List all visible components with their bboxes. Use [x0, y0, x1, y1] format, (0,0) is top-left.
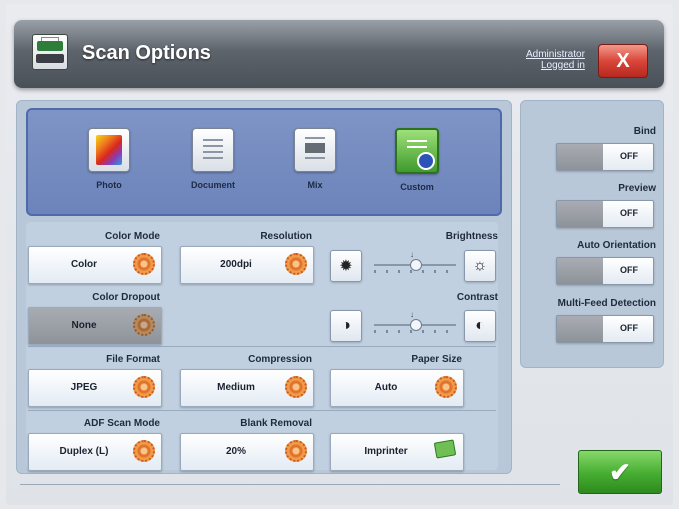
bind-label: Bind: [633, 126, 656, 137]
file-format-label: File Format: [106, 354, 160, 365]
mode-mix[interactable]: Mix: [280, 128, 350, 190]
gear-icon: [417, 152, 435, 170]
mode-photo[interactable]: Photo: [74, 128, 144, 190]
document-icon: [192, 128, 234, 172]
adf-scan-mode-value: Duplex (L): [59, 446, 109, 457]
brightness-slider[interactable]: ↓: [374, 250, 456, 273]
blank-removal-field[interactable]: 20%: [180, 433, 314, 471]
mode-document[interactable]: Document: [178, 128, 248, 190]
file-format-field[interactable]: JPEG: [28, 369, 162, 407]
blank-removal-value: 20%: [225, 446, 246, 457]
gear-icon: [435, 376, 457, 398]
paper-size-label: Paper Size: [411, 354, 462, 365]
page-title: Scan Options: [82, 42, 211, 64]
sun-light-icon: ☼: [472, 257, 488, 274]
adf-scan-mode-label: ADF Scan Mode: [83, 418, 160, 429]
sun-dark-icon: ✹: [339, 258, 353, 275]
multi-feed-label: Multi-Feed Detection: [557, 298, 656, 309]
resolution-label: Resolution: [260, 231, 312, 242]
mode-label: Document: [190, 180, 235, 190]
footer-divider: [20, 484, 560, 485]
resolution-value: 200dpi: [220, 259, 252, 270]
color-dropout-value: None: [71, 320, 97, 331]
contrast-decrease-button[interactable]: ◑: [330, 310, 362, 342]
mode-label: Mix: [307, 180, 323, 190]
toggle-knob: [557, 258, 603, 284]
toggle-knob: [557, 201, 603, 227]
compression-value: Medium: [217, 382, 255, 393]
imprinter-tag-icon: [433, 439, 457, 459]
mode-label: Photo: [96, 180, 122, 190]
preview-label: Preview: [618, 183, 656, 194]
compression-label: Compression: [248, 354, 312, 365]
close-button[interactable]: X: [598, 44, 648, 78]
preview-toggle[interactable]: OFF: [556, 200, 654, 228]
multi-feed-toggle[interactable]: OFF: [556, 315, 654, 343]
toggle-knob: [557, 144, 603, 170]
mix-icon: [294, 128, 336, 172]
divider: [28, 346, 496, 347]
auto-orientation-toggle[interactable]: OFF: [556, 257, 654, 285]
mode-label: Custom: [400, 182, 434, 192]
imprinter-value: Imprinter: [364, 446, 408, 457]
scanner-icon: [32, 34, 68, 70]
checkmark-icon: ✔: [609, 456, 631, 487]
contrast-slider[interactable]: ↓: [374, 310, 456, 333]
paper-size-value: Auto: [374, 382, 398, 393]
preview-state: OFF: [620, 208, 638, 218]
contrast-increase-button[interactable]: ◐: [464, 310, 496, 342]
file-format-value: JPEG: [70, 382, 98, 393]
brightness-label: Brightness: [445, 231, 498, 242]
brightness-decrease-button[interactable]: ✹: [330, 250, 362, 282]
brightness-increase-button[interactable]: ☼: [464, 250, 496, 282]
mode-custom[interactable]: Custom: [382, 128, 452, 192]
gear-icon: [285, 253, 307, 275]
ok-button[interactable]: ✔: [578, 450, 662, 494]
color-dropout-field[interactable]: None: [28, 307, 162, 345]
compression-field[interactable]: Medium: [180, 369, 314, 407]
gear-icon: [133, 376, 155, 398]
color-dropout-label: Color Dropout: [92, 292, 160, 303]
blank-removal-label: Blank Removal: [240, 418, 312, 429]
adf-scan-mode-field[interactable]: Duplex (L): [28, 433, 162, 471]
color-mode-field[interactable]: Color: [28, 246, 162, 284]
header-bar: Scan Options Administrator Logged in X: [14, 20, 664, 88]
admin-status-link[interactable]: Administrator Logged in: [526, 49, 585, 71]
bind-toggle[interactable]: OFF: [556, 143, 654, 171]
paper-size-field[interactable]: Auto: [330, 369, 464, 407]
contrast-high-icon: ◐: [475, 317, 485, 334]
brightness-slider-thumb[interactable]: [410, 259, 422, 271]
scan-mode-selector: Photo Document Mix Custom: [26, 108, 502, 216]
admin-line1: Administrator: [526, 49, 585, 60]
photo-icon: [88, 128, 130, 172]
divider: [28, 410, 496, 411]
auto-orientation-label: Auto Orientation: [577, 240, 656, 251]
contrast-label: Contrast: [456, 292, 498, 303]
auto-orientation-state: OFF: [620, 265, 638, 275]
gear-icon: [133, 440, 155, 462]
color-mode-label: Color Mode: [105, 231, 160, 242]
bind-state: OFF: [620, 151, 638, 161]
color-mode-value: Color: [70, 259, 98, 270]
toggle-knob: [557, 316, 603, 342]
contrast-slider-thumb[interactable]: [410, 319, 422, 331]
gear-icon: [133, 314, 155, 336]
contrast-low-icon: ◑: [341, 317, 351, 334]
gear-icon: [133, 253, 155, 275]
imprinter-field[interactable]: Imprinter: [330, 433, 464, 471]
admin-line2: Logged in: [540, 60, 585, 71]
custom-icon: [395, 128, 439, 174]
resolution-field[interactable]: 200dpi: [180, 246, 314, 284]
gear-icon: [285, 376, 307, 398]
gear-icon: [285, 440, 307, 462]
multi-feed-state: OFF: [620, 323, 638, 333]
